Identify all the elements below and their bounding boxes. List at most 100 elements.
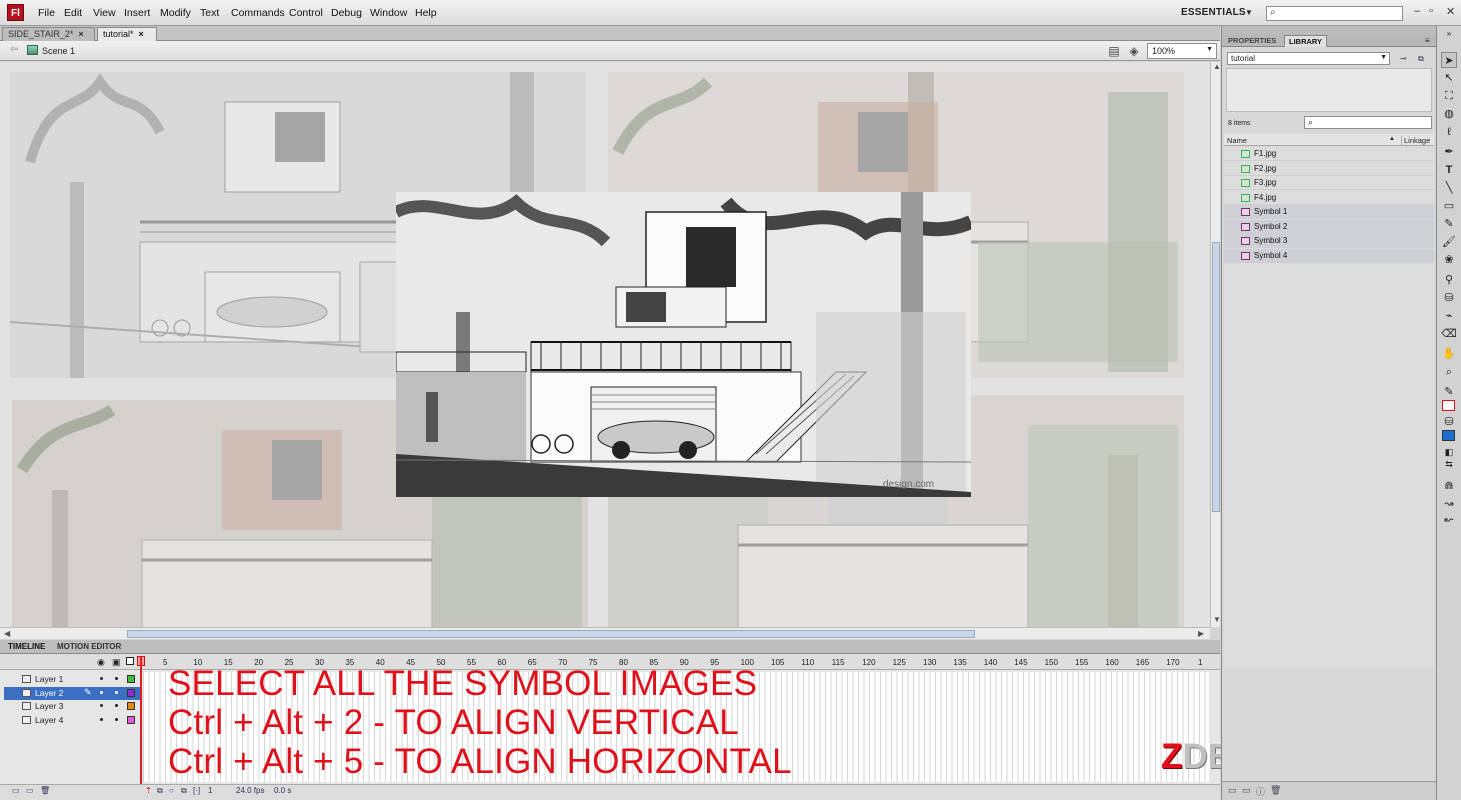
zoom-select[interactable]: 100% ▼	[1147, 43, 1217, 59]
menu-control[interactable]: Control	[289, 7, 323, 19]
tab-properties[interactable]: PROPERTIES	[1224, 35, 1280, 47]
pen-tool-icon[interactable]: ✒	[1441, 144, 1457, 160]
layer-row[interactable]: Layer 3	[4, 700, 140, 713]
panel-menu-icon[interactable]: ≡	[1425, 36, 1430, 45]
outline-icon[interactable]	[126, 657, 134, 665]
menu-view[interactable]: View	[93, 7, 116, 19]
frame-number[interactable]: 165	[1136, 658, 1149, 667]
column-linkage[interactable]: Linkage	[1401, 136, 1430, 145]
delete-layer-icon[interactable]: 🗑	[40, 786, 50, 795]
scene-label[interactable]: Scene 1	[42, 46, 75, 56]
delete-icon[interactable]: 🗑	[1270, 785, 1281, 796]
library-item[interactable]: F4.jpg	[1224, 191, 1434, 205]
frame-number[interactable]: 160	[1105, 658, 1118, 667]
tab-timeline[interactable]: TIMELINE	[8, 642, 45, 651]
frame-number[interactable]: 110	[801, 658, 814, 667]
edit-multiple-icon[interactable]: ⧉	[181, 786, 187, 796]
swap-colors-icon[interactable]: ⇆	[1441, 456, 1457, 472]
eye-icon[interactable]: ◉	[97, 657, 105, 668]
stage-vertical-scrollbar[interactable]: ▲ ▼	[1210, 62, 1221, 627]
free-transform-tool-icon[interactable]: ⛶	[1441, 88, 1457, 104]
paint-bucket-tool-icon[interactable]: ⛁	[1441, 290, 1457, 306]
brush-tool-icon[interactable]: 🖌	[1441, 234, 1457, 250]
layer-visibility-dot[interactable]	[100, 704, 103, 708]
library-item[interactable]: F1.jpg	[1224, 147, 1434, 161]
stroke-color-icon[interactable]: ✎	[1441, 384, 1457, 400]
workspace-switcher[interactable]: ESSENTIALS	[1181, 7, 1246, 18]
tab-tutorial[interactable]: tutorial* ×	[97, 27, 157, 41]
library-item[interactable]: Symbol 1	[1224, 205, 1434, 219]
library-document-select[interactable]: tutorial ▼	[1227, 52, 1390, 65]
symbol-image-selected[interactable]: design.com	[396, 192, 971, 497]
library-item[interactable]: F2.jpg	[1224, 162, 1434, 176]
frame-number[interactable]: 105	[771, 658, 784, 667]
layer-visibility-dot[interactable]	[100, 690, 103, 694]
current-frame[interactable]: 1	[208, 786, 212, 795]
frame-number[interactable]: 150	[1045, 658, 1058, 667]
panel-grip[interactable]	[1222, 26, 1436, 34]
layer-visibility-dot[interactable]	[100, 677, 103, 680]
close-icon[interactable]: ×	[139, 29, 144, 39]
chevron-left-icon[interactable]: ◀	[4, 629, 10, 638]
layer-outline-color[interactable]	[127, 675, 135, 683]
layer-outline-color[interactable]	[127, 716, 135, 725]
frame-number[interactable]: 1	[1198, 658, 1202, 667]
library-search-input[interactable]: ⌕	[1304, 116, 1432, 129]
layer-name[interactable]: Layer 2	[35, 688, 63, 698]
new-symbol-icon[interactable]: ▭	[1228, 785, 1237, 796]
properties-icon[interactable]: ⓘ	[1256, 785, 1265, 798]
bone-tool-icon[interactable]: ⚲	[1441, 272, 1457, 288]
zoom-tool-icon[interactable]: ⌕	[1441, 364, 1457, 380]
frame-number[interactable]: 170	[1166, 658, 1179, 667]
frame-number[interactable]: 140	[984, 658, 997, 667]
new-folder-icon[interactable]: ▭	[1242, 785, 1251, 796]
onion-outline-icon[interactable]: ○	[169, 786, 174, 795]
layer-visibility-dot[interactable]	[115, 690, 118, 694]
frame-number[interactable]: 135	[953, 658, 966, 667]
playhead[interactable]	[140, 656, 142, 784]
column-name[interactable]: Name	[1227, 136, 1247, 145]
layer-outline-color[interactable]	[127, 688, 135, 697]
menu-text[interactable]: Text	[200, 7, 219, 19]
deco-tool-icon[interactable]: ❀	[1441, 252, 1457, 268]
frame-number[interactable]: 125	[893, 658, 906, 667]
layer-outline-color[interactable]	[127, 702, 135, 711]
straighten-icon[interactable]: ↜	[1441, 512, 1457, 528]
layer-name[interactable]: Layer 1	[35, 674, 63, 684]
scroll-thumb[interactable]	[1212, 242, 1220, 512]
eyedropper-tool-icon[interactable]: ⌁	[1441, 308, 1457, 324]
menu-edit[interactable]: Edit	[64, 7, 82, 19]
selection-tool-icon[interactable]: ➤	[1441, 52, 1457, 68]
chevron-right-icon[interactable]: ▶	[1198, 629, 1204, 638]
text-tool-icon[interactable]: T	[1441, 162, 1457, 178]
layer-row[interactable]: Layer 4	[4, 714, 140, 727]
frame-number[interactable]: 155	[1075, 658, 1088, 667]
sort-icon[interactable]: ▲	[1389, 136, 1395, 142]
layer-row[interactable]: Layer 1	[4, 673, 140, 686]
edit-scene-icon[interactable]: ▤	[1107, 44, 1121, 58]
hand-tool-icon[interactable]: ✋	[1441, 346, 1457, 362]
layer-visibility-dot[interactable]	[100, 718, 103, 722]
tab-motion-editor[interactable]: MOTION EDITOR	[57, 642, 121, 651]
restore-icon[interactable]: ▫	[1429, 5, 1433, 17]
back-arrow-icon[interactable]: ⇦	[10, 44, 18, 55]
frame-number[interactable]: 145	[1014, 658, 1027, 667]
menu-window[interactable]: Window	[370, 7, 407, 19]
subselection-tool-icon[interactable]: ↖	[1441, 70, 1457, 86]
stage-horizontal-scrollbar[interactable]: ◀ ▶	[0, 627, 1210, 639]
smooth-icon[interactable]: ↝	[1441, 496, 1457, 512]
chevron-down-icon[interactable]: ▼	[1213, 615, 1221, 624]
layer-visibility-dot[interactable]	[115, 718, 118, 722]
stage[interactable]: design.com	[0, 62, 1210, 627]
lasso-tool-icon[interactable]: ℓ	[1441, 124, 1457, 140]
layer-visibility-dot[interactable]	[115, 704, 118, 708]
close-icon[interactable]: ×	[78, 29, 83, 39]
layer-name[interactable]: Layer 3	[35, 701, 63, 711]
chevron-up-icon[interactable]: ▲	[1213, 62, 1221, 71]
tab-side-stair[interactable]: SIDE_STAIR_2* ×	[2, 27, 95, 41]
frame-number[interactable]: 115	[832, 658, 845, 667]
lock-icon[interactable]: ▣	[112, 657, 121, 668]
new-folder-icon[interactable]: ▭	[26, 786, 34, 795]
tab-library[interactable]: LIBRARY	[1284, 35, 1328, 47]
pencil-tool-icon[interactable]: ✎	[1441, 216, 1457, 232]
